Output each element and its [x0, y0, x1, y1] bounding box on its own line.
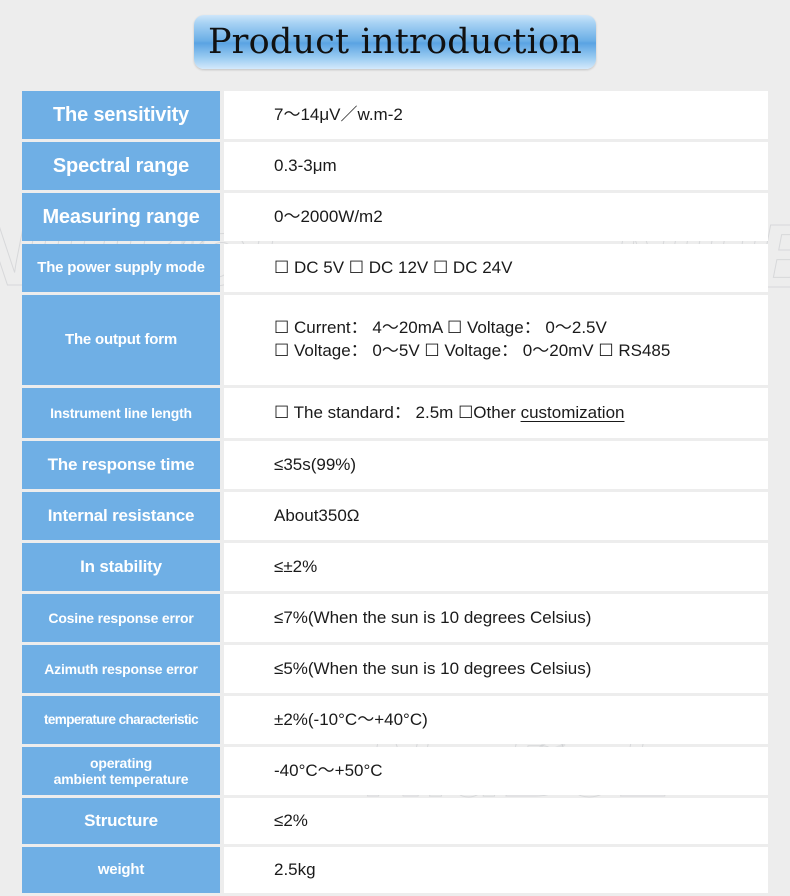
value-line: ☐ Voltage： 0～5V ☐ Voltage： 0～20mV ☐ RS48… — [274, 341, 671, 360]
value-line: About350Ω — [274, 505, 360, 525]
row-label-cosine-response-error: Cosine response error — [22, 594, 220, 642]
row-value-measuring-range: 0～2000W/m2 — [224, 193, 768, 241]
row-label-temperature-characteristic: temperature characteristic — [22, 696, 220, 744]
row-label-the-output-form: The output form — [22, 295, 220, 385]
table-row: weight 2.5kg — [22, 847, 768, 893]
row-value-weight: 2.5kg — [224, 847, 768, 893]
row-label-operating-ambient-temperature: operating ambient temperature — [22, 747, 220, 795]
table-row: The output form ☐ Current： 4～20mA ☐ Volt… — [22, 295, 768, 385]
row-label-the-power-supply-mode: The power supply mode — [22, 244, 220, 292]
row-label-measuring-range: Measuring range — [22, 193, 220, 241]
row-value-cosine-response-error: ≤7%(When the sun is 10 degrees Celsius) — [224, 594, 768, 642]
specification-table: The sensitivity 7～14μV／w.m-2 Spectral ra… — [22, 91, 768, 893]
row-value-spectral-range: 0.3-3μm — [224, 142, 768, 190]
row-value-azimuth-response-error: ≤5%(When the sun is 10 degrees Celsius) — [224, 645, 768, 693]
value-underlined-customization: customization — [520, 402, 625, 422]
table-row: Instrument line length ☐ The standard： 2… — [22, 388, 768, 438]
table-row: Azimuth response error ≤5%(When the sun … — [22, 645, 768, 693]
row-label-in-stability: In stability — [22, 543, 220, 591]
row-label-weight: weight — [22, 847, 220, 893]
row-label-the-sensitivity: The sensitivity — [22, 91, 220, 139]
value-line: ☐ Current： 4～20mA ☐ Voltage： 0～2.5V — [274, 318, 607, 338]
table-row: Internal resistance About350Ω — [22, 492, 768, 540]
row-value-the-response-time: ≤35s(99%) — [224, 441, 768, 489]
row-label-internal-resistance: Internal resistance — [22, 492, 220, 540]
table-row: Cosine response error ≤7%(When the sun i… — [22, 594, 768, 642]
value-line: ≤7%(When the sun is 10 degrees Celsius) — [274, 607, 592, 627]
value-line: ≤±2% — [274, 556, 318, 576]
table-row: The power supply mode ☐ DC 5V ☐ DC 12V ☐… — [22, 244, 768, 292]
value-line: 0.3-3μm — [274, 155, 337, 175]
row-value-the-power-supply-mode: ☐ DC 5V ☐ DC 12V ☐ DC 24V — [224, 244, 768, 292]
row-label-instrument-line-length: Instrument line length — [22, 388, 220, 438]
row-label-spectral-range: Spectral range — [22, 142, 220, 190]
row-value-the-output-form: ☐ Current： 4～20mA ☐ Voltage： 0～2.5V ☐ Vo… — [224, 295, 768, 385]
title-banner: Product introduction — [0, 0, 790, 84]
table-row: The response time ≤35s(99%) — [22, 441, 768, 489]
row-value-the-sensitivity: 7～14μV／w.m-2 — [224, 91, 768, 139]
row-label-azimuth-response-error: Azimuth response error — [22, 645, 220, 693]
value-line: ≤35s(99%) — [274, 454, 357, 474]
row-label-structure: Structure — [22, 798, 220, 844]
page-title: Product introduction — [207, 21, 583, 62]
value-line: 2.5kg — [274, 859, 316, 879]
table-row: Measuring range 0～2000W/m2 — [22, 193, 768, 241]
table-row: Structure ≤2% — [22, 798, 768, 844]
row-value-structure: ≤2% — [224, 798, 768, 844]
value-text: ☐ The standard： 2.5m ☐Other — [274, 402, 521, 422]
value-line: 0～2000W/m2 — [274, 206, 383, 226]
value-line: ±2%(-10°C～+40°C) — [274, 709, 428, 729]
row-value-temperature-characteristic: ±2%(-10°C～+40°C) — [224, 696, 768, 744]
row-label-the-response-time: The response time — [22, 441, 220, 489]
row-value-instrument-line-length: ☐ The standard： 2.5m ☐Other customizatio… — [224, 388, 768, 438]
table-row: The sensitivity 7～14μV／w.m-2 — [22, 91, 768, 139]
table-row: operating ambient temperature -40°C～+50°… — [22, 747, 768, 795]
table-row: temperature characteristic ±2%(-10°C～+40… — [22, 696, 768, 744]
value-line: ≤2% — [274, 810, 308, 830]
value-line: -40°C～+50°C — [274, 760, 383, 780]
table-row: Spectral range 0.3-3μm — [22, 142, 768, 190]
value-line: ☐ DC 5V ☐ DC 12V ☐ DC 24V — [274, 257, 513, 277]
title-badge: Product introduction — [194, 15, 596, 69]
table-row: In stability ≤±2% — [22, 543, 768, 591]
value-line: ≤5%(When the sun is 10 degrees Celsius) — [274, 658, 592, 678]
value-line: ☐ The standard： 2.5m ☐Other customizatio… — [274, 402, 768, 425]
row-value-in-stability: ≤±2% — [224, 543, 768, 591]
row-value-operating-ambient-temperature: -40°C～+50°C — [224, 747, 768, 795]
row-value-internal-resistance: About350Ω — [224, 492, 768, 540]
value-line: 7～14μV／w.m-2 — [274, 104, 403, 124]
